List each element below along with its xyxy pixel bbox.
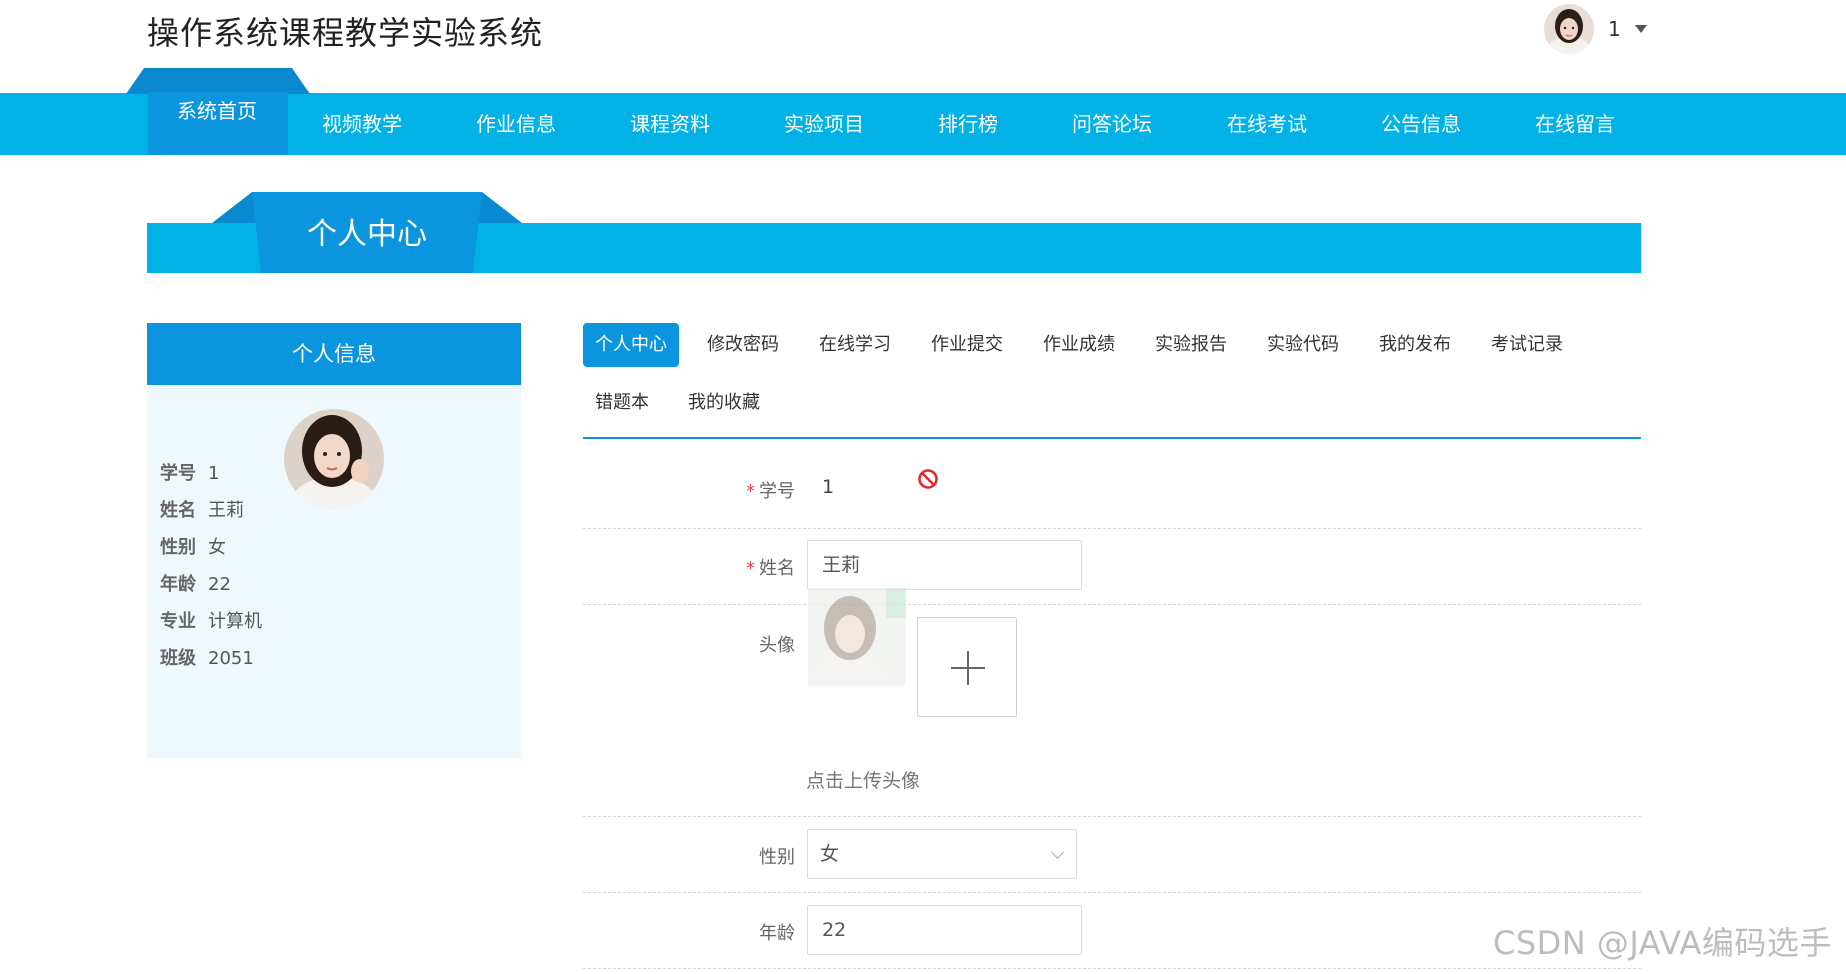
student-id-value: 1 bbox=[822, 476, 835, 498]
tab-my-favorites[interactable]: 我的收藏 bbox=[676, 381, 772, 425]
profile-card: 个人信息 学号 1 姓名 王莉 性别女 年龄 22 专业 计算机 班级 2051 bbox=[147, 323, 521, 758]
tab-homework-submit[interactable]: 作业提交 bbox=[919, 323, 1015, 367]
tab-online-learning[interactable]: 在线学习 bbox=[807, 323, 903, 367]
ban-icon bbox=[918, 469, 938, 489]
avatar-upload-button[interactable] bbox=[917, 617, 1017, 717]
gender-select-value: 女 bbox=[820, 843, 840, 865]
profile-row-class: 班级 2051 bbox=[160, 648, 254, 669]
nav-item-homework[interactable]: 作业信息 bbox=[476, 93, 556, 155]
nav-item-exam[interactable]: 在线考试 bbox=[1227, 93, 1307, 155]
tab-lab-code[interactable]: 实验代码 bbox=[1255, 323, 1351, 367]
tab-homework-scores[interactable]: 作业成绩 bbox=[1031, 323, 1127, 367]
user-avatar[interactable] bbox=[1544, 4, 1594, 54]
nav-item-messages[interactable]: 在线留言 bbox=[1535, 93, 1615, 155]
gender-select[interactable]: 女 bbox=[807, 829, 1077, 879]
profile-row-student-id: 学号 1 bbox=[160, 463, 220, 484]
tab-my-posts[interactable]: 我的发布 bbox=[1367, 323, 1463, 367]
name-input[interactable]: 王莉 bbox=[807, 540, 1082, 590]
avatar-upload-hint: 点击上传头像 bbox=[806, 770, 921, 792]
user-name[interactable]: 1 bbox=[1608, 17, 1621, 41]
nav-item-forum[interactable]: 问答论坛 bbox=[1072, 93, 1152, 155]
nav-item-experiments[interactable]: 实验项目 bbox=[784, 93, 864, 155]
caret-down-icon[interactable] bbox=[1634, 25, 1647, 33]
tab-exam-records[interactable]: 考试记录 bbox=[1479, 323, 1575, 367]
site-title: 操作系统课程教学实验系统 bbox=[147, 14, 544, 52]
user-menu[interactable]: 1 bbox=[1544, 3, 1647, 55]
profile-row-name: 姓名 王莉 bbox=[160, 500, 244, 521]
profile-row-major: 专业 计算机 bbox=[160, 611, 262, 632]
profile-card-title: 个人信息 bbox=[147, 323, 521, 385]
age-label: 年龄 bbox=[759, 923, 795, 944]
nav-item-video[interactable]: 视频教学 bbox=[322, 93, 402, 155]
tabs-underline bbox=[583, 437, 1641, 439]
form-divider bbox=[583, 892, 1641, 893]
form-divider bbox=[583, 528, 1641, 529]
section-title: 个人中心 bbox=[307, 217, 427, 252]
form-divider bbox=[583, 604, 1641, 605]
tab-change-password[interactable]: 修改密码 bbox=[695, 323, 791, 367]
form-divider bbox=[583, 968, 1641, 969]
watermark: CSDN @JAVA编码选手 bbox=[1493, 924, 1832, 962]
profile-row-gender: 性别女 bbox=[160, 537, 226, 558]
age-input[interactable]: 22 bbox=[807, 905, 1082, 955]
tab-personal-center[interactable]: 个人中心 bbox=[583, 323, 679, 367]
tab-mistake-book[interactable]: 错题本 bbox=[583, 381, 661, 425]
nav-item-materials[interactable]: 课程资料 bbox=[630, 93, 710, 155]
gender-label: 性别 bbox=[759, 847, 795, 868]
avatar-thumbnail[interactable] bbox=[808, 588, 906, 686]
tab-lab-reports[interactable]: 实验报告 bbox=[1143, 323, 1239, 367]
nav-item-ranking[interactable]: 排行榜 bbox=[938, 93, 998, 155]
nav-item-notices[interactable]: 公告信息 bbox=[1381, 93, 1461, 155]
profile-row-age: 年龄 22 bbox=[160, 574, 231, 595]
student-id-label: * 学号 bbox=[746, 481, 795, 502]
form-divider bbox=[583, 816, 1641, 817]
name-label: * 姓名 bbox=[746, 558, 795, 579]
chevron-down-icon bbox=[1051, 846, 1064, 859]
nav-item-home[interactable]: 系统首页 bbox=[177, 80, 257, 142]
profile-avatar bbox=[284, 409, 384, 509]
avatar-label: 头像 bbox=[759, 635, 795, 656]
